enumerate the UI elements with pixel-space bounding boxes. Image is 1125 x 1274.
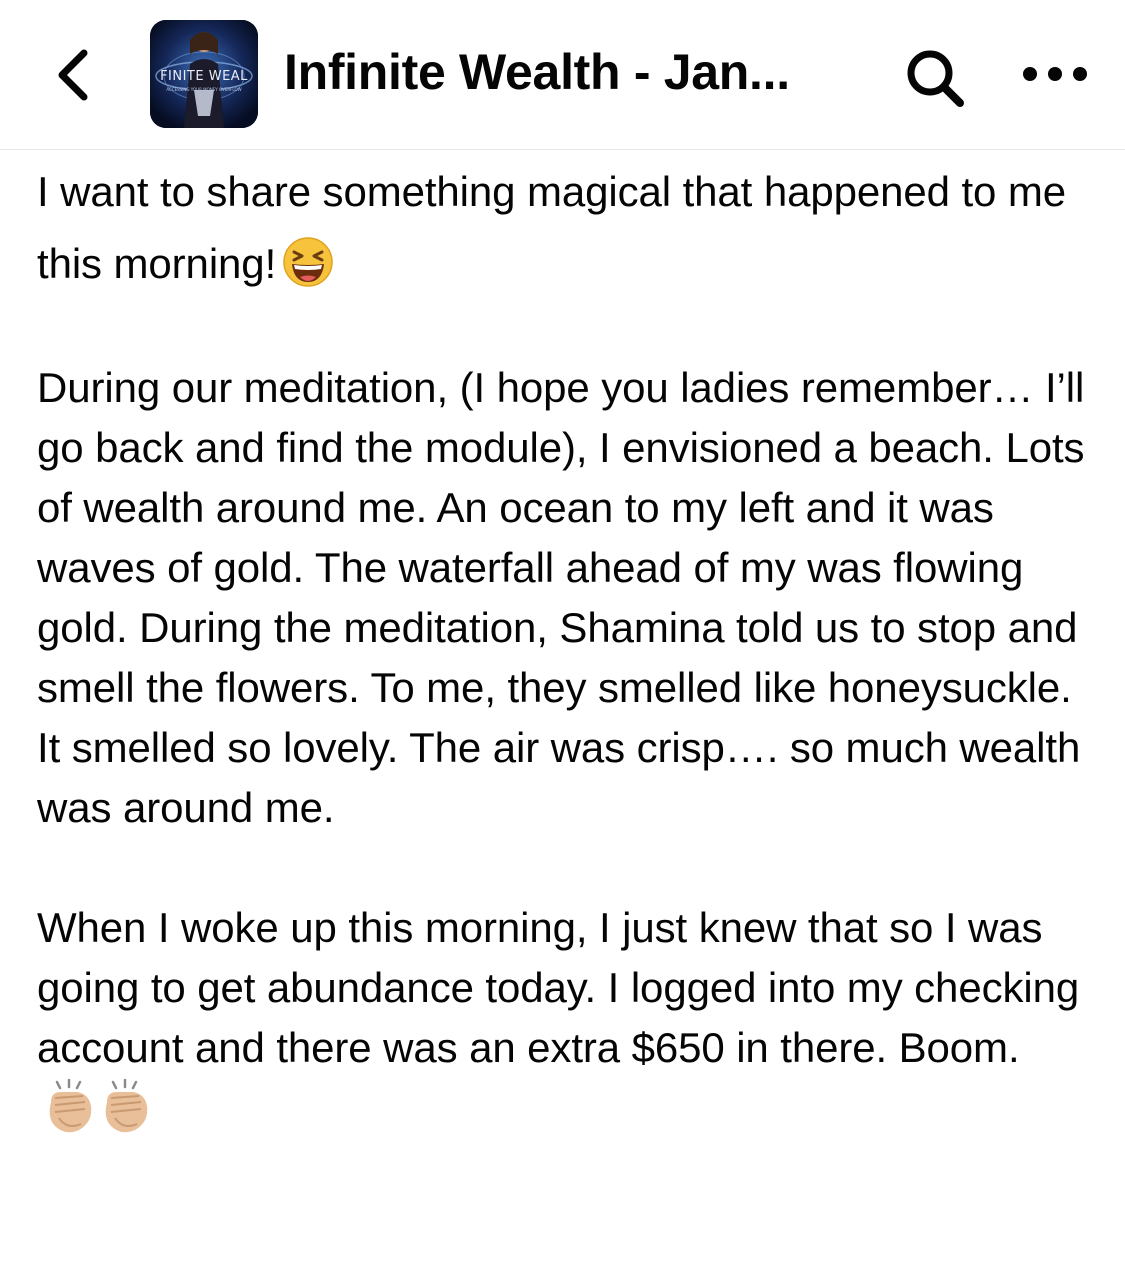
clapping-hands-emoji-icon <box>43 1078 155 1152</box>
post-text: I want to share something magical that h… <box>37 168 1066 287</box>
more-options-button[interactable] <box>1010 44 1100 104</box>
svg-text:ACCESSING YOUR MONEY OVERFLOW: ACCESSING YOUR MONEY OVERFLOW <box>166 87 241 92</box>
search-icon <box>907 50 964 107</box>
post-paragraph: I want to share something magical that h… <box>37 156 1097 310</box>
more-horizontal-icon <box>1023 67 1087 81</box>
group-avatar[interactable]: FINITE WEAL ACCESSING YOUR MONEY OVERFLO… <box>150 20 258 128</box>
chevron-left-icon <box>58 49 88 101</box>
grinning-squinting-face-emoji-icon <box>282 236 334 310</box>
post-paragraph: During our meditation, (I hope you ladie… <box>37 364 1085 831</box>
post-text: When I woke up this morning, I just knew… <box>37 904 1080 1071</box>
post-body: I want to share something magical that h… <box>37 162 1097 1152</box>
post-paragraph: When I woke up this morning, I just knew… <box>37 898 1097 1152</box>
search-button[interactable] <box>895 38 975 118</box>
back-button[interactable] <box>44 40 104 110</box>
group-title[interactable]: Infinite Wealth - Jan... <box>284 38 844 106</box>
group-header: FINITE WEAL ACCESSING YOUR MONEY OVERFLO… <box>0 0 1125 150</box>
avatar-logo-text: FINITE WEAL <box>160 69 248 84</box>
